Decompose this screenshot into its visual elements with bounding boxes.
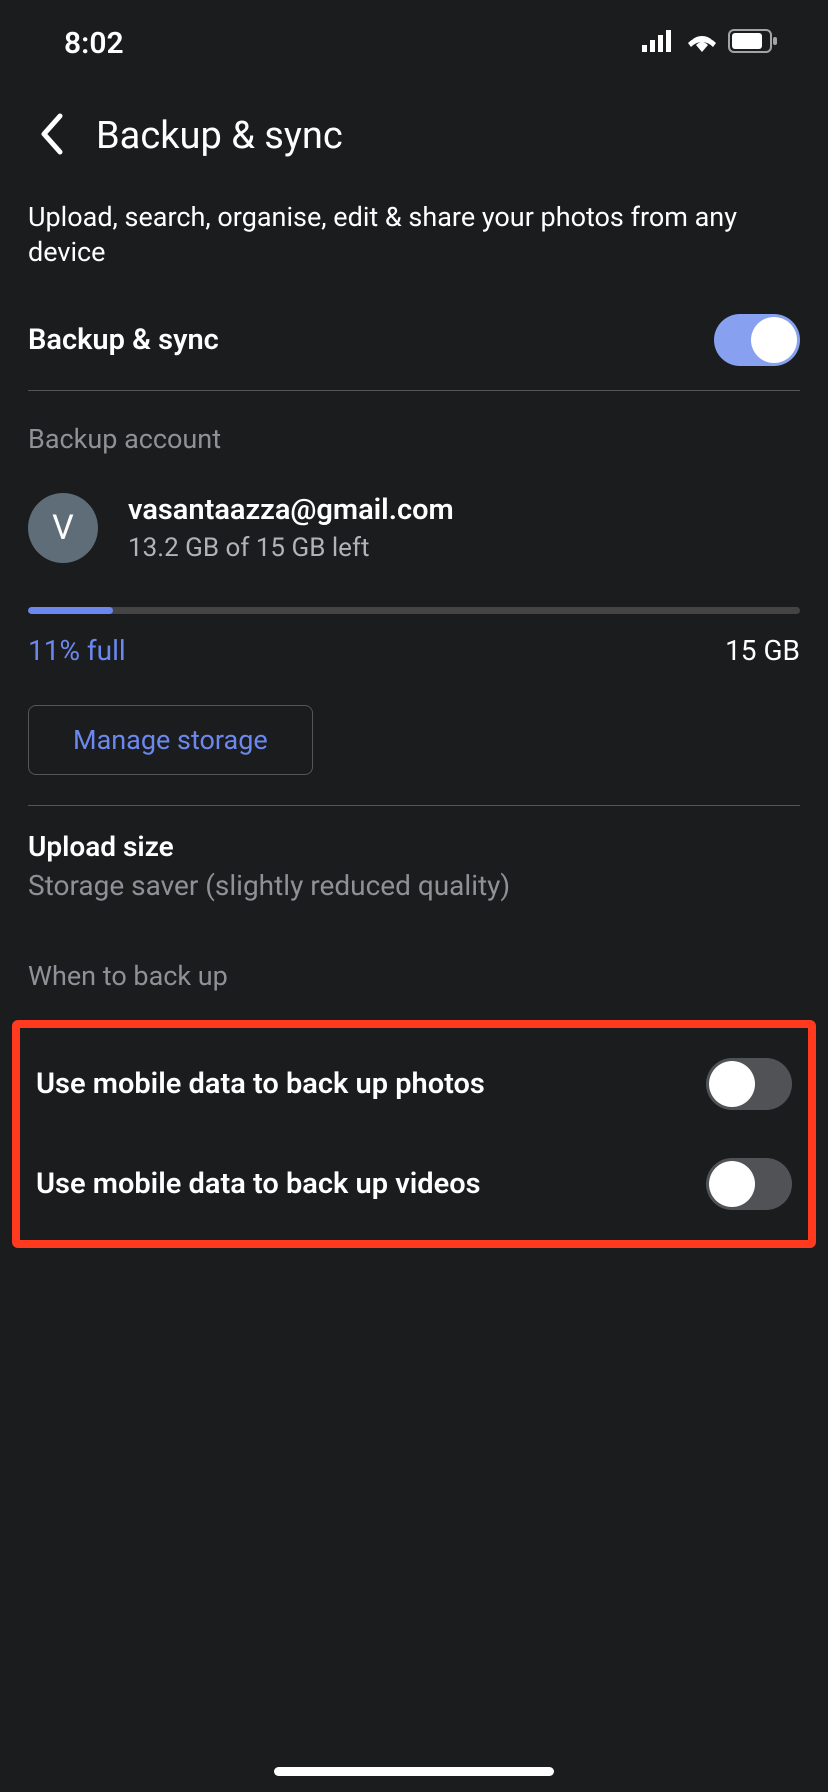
backup-account-header: Backup account [28,399,800,473]
status-bar: 8:02 [0,0,828,80]
cellular-signal-icon [642,30,676,56]
storage-progress-bar [28,607,800,614]
mobile-data-videos-row: Use mobile data to back up videos [36,1134,792,1234]
manage-storage-button[interactable]: Manage storage [28,705,313,775]
page-description: Upload, search, organise, edit & share y… [28,188,800,298]
back-icon[interactable] [38,112,64,160]
mobile-data-photos-toggle[interactable] [706,1058,792,1110]
storage-percent-full: 11% full [28,634,126,667]
storage-total: 15 GB [725,634,800,667]
status-icons [642,29,778,57]
upload-size-row[interactable]: Upload size Storage saver (slightly redu… [28,814,800,918]
when-to-backup-header: When to back up [28,918,800,1020]
status-time: 8:02 [64,26,124,61]
divider [28,390,800,391]
highlight-annotation: Use mobile data to back up photos Use mo… [12,1020,816,1248]
avatar: V [28,493,98,563]
backup-sync-row: Backup & sync [28,298,800,382]
backup-sync-label: Backup & sync [28,323,219,357]
account-email: vasantaazza@gmail.com [128,493,454,527]
home-indicator[interactable] [274,1767,554,1776]
mobile-data-photos-label: Use mobile data to back up photos [36,1067,485,1101]
divider [28,805,800,806]
header: Backup & sync [0,80,828,188]
backup-sync-toggle[interactable] [714,314,800,366]
upload-size-subtitle: Storage saver (slightly reduced quality) [28,869,800,902]
storage-progress-fill [28,607,113,614]
wifi-icon [686,30,718,56]
account-storage-text: 13.2 GB of 15 GB left [128,533,454,563]
mobile-data-videos-toggle[interactable] [706,1158,792,1210]
upload-size-title: Upload size [28,830,800,863]
storage-summary: 11% full 15 GB [28,614,800,687]
account-row[interactable]: V vasantaazza@gmail.com 13.2 GB of 15 GB… [28,473,800,581]
mobile-data-videos-label: Use mobile data to back up videos [36,1167,481,1201]
page-title: Backup & sync [96,114,343,158]
mobile-data-photos-row: Use mobile data to back up photos [36,1034,792,1134]
battery-icon [728,29,778,57]
